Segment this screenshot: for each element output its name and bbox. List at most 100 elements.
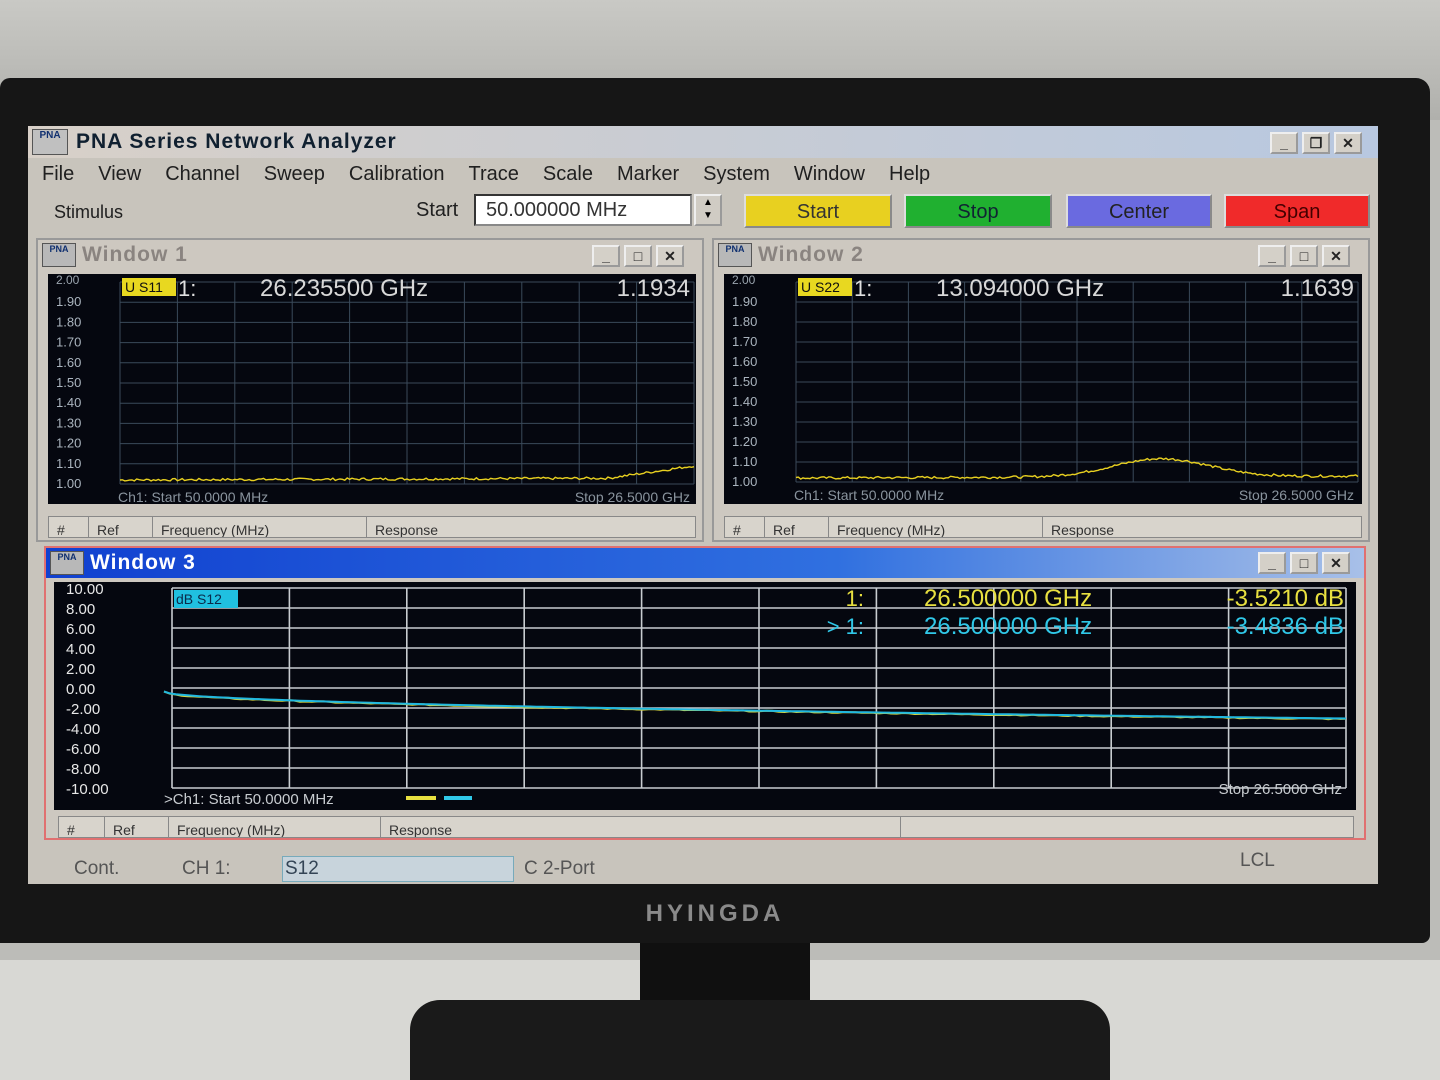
stop-button[interactable]: Stop — [904, 194, 1052, 228]
y-tick-label: 1.80 — [56, 314, 81, 329]
minimize-icon[interactable]: _ — [1270, 132, 1298, 154]
close-icon[interactable]: ✕ — [1322, 552, 1350, 574]
maximize-icon[interactable]: □ — [1290, 245, 1318, 267]
trace-label: dB S12 — [176, 591, 222, 607]
menu-bar: File View Channel Sweep Calibration Trac… — [28, 158, 1378, 190]
marker-frequency: 13.094000 GHz — [936, 275, 1104, 302]
trace-label: U S11 — [125, 279, 163, 295]
start-annotation: Ch1: Start 50.0000 MHz — [794, 487, 944, 503]
app-title: PNA Series Network Analyzer — [76, 130, 397, 153]
trace-line — [163, 690, 1347, 720]
y-tick-label: 4.00 — [66, 641, 95, 658]
menu-system[interactable]: System — [703, 163, 770, 186]
marker-table-header: # Ref Frequency (MHz) Response — [48, 516, 696, 538]
calibration-status: C 2-Port — [524, 858, 595, 879]
window-3-titlebar: PNA Window 3 _ □ ✕ — [46, 548, 1364, 578]
y-tick-label: 1.50 — [732, 374, 757, 389]
s11-plot[interactable]: 2.00 1.90 1.80 1.70 1.60 1.50 1.40 1.30 1.20 1.10… — [48, 274, 696, 504]
y-tick-label: 1.20 — [56, 436, 81, 451]
close-icon[interactable]: ✕ — [1334, 132, 1362, 154]
app-titlebar: PNA PNA Series Network Analyzer _ ❐ ✕ — [28, 126, 1378, 158]
marker-frequency: 26.500000 GHz — [924, 613, 1092, 640]
menu-sweep[interactable]: Sweep — [264, 163, 325, 186]
column-header: Ref — [105, 817, 169, 837]
column-header: Response — [381, 817, 901, 837]
column-header: # — [49, 517, 89, 537]
status-bar: Cont. CH 1: S12 C 2-Port LCL — [42, 850, 1378, 884]
menu-channel[interactable]: Channel — [165, 163, 240, 186]
y-tick-label: -10.00 — [66, 781, 109, 798]
menu-marker[interactable]: Marker — [617, 163, 679, 186]
marker-value: 1.1934 — [617, 275, 690, 302]
window-3-title: Window 3 — [90, 551, 196, 574]
window-3: PNA Window 3 _ □ ✕ 10.00 8.00 6.00 4.00 2.00… — [44, 546, 1366, 840]
menu-trace[interactable]: Trace — [469, 163, 519, 186]
minimize-icon[interactable]: _ — [1258, 245, 1286, 267]
marker-value: -3.4836 dB — [1227, 613, 1344, 640]
y-tick-label: 1.50 — [56, 375, 81, 390]
lcl-indicator: LCL — [1240, 850, 1275, 871]
marker-value: 1.1639 — [1281, 275, 1354, 302]
y-tick-label: 1.10 — [56, 456, 81, 471]
maximize-icon[interactable]: □ — [624, 245, 652, 267]
marker-index: > 1: — [827, 614, 864, 639]
stop-annotation: Stop 26.5000 GHz — [1239, 487, 1354, 503]
y-tick-label: 6.00 — [66, 621, 95, 638]
menu-view[interactable]: View — [98, 163, 141, 186]
stimulus-toolbar: Stimulus Start 50.000000 MHz ▲ ▼ Start St… — [28, 190, 1378, 232]
y-tick-label: 8.00 — [66, 601, 95, 618]
marker-index: 1: — [178, 276, 196, 301]
column-header: # — [725, 517, 765, 537]
y-tick-label: 1.70 — [732, 334, 757, 349]
marker-frequency: 26.235500 GHz — [260, 275, 428, 302]
y-tick-label: 1.90 — [732, 294, 757, 309]
active-measurement[interactable]: S12 — [282, 856, 514, 882]
y-tick-label: 1.40 — [56, 395, 81, 410]
minimize-icon[interactable]: _ — [1258, 552, 1286, 574]
close-icon[interactable]: ✕ — [656, 245, 684, 267]
restore-icon[interactable]: ❐ — [1302, 132, 1330, 154]
start-frequency-input[interactable]: 50.000000 MHz — [474, 194, 692, 226]
y-tick-label: 1.80 — [732, 314, 757, 329]
pna-logo-icon: PNA — [718, 243, 752, 267]
menu-window[interactable]: Window — [794, 163, 865, 186]
trace-label: U S22 — [801, 279, 840, 295]
analyzer-screen: PNA PNA Series Network Analyzer _ ❐ ✕ Fi… — [28, 126, 1378, 884]
monitor-stand-base — [410, 1000, 1110, 1080]
menu-scale[interactable]: Scale — [543, 163, 593, 186]
s12-plot[interactable]: 10.00 8.00 6.00 4.00 2.00 0.00 -2.00 -4.00 -6.00… — [54, 582, 1356, 810]
center-button[interactable]: Center — [1066, 194, 1212, 228]
span-button[interactable]: Span — [1224, 194, 1370, 228]
menu-calibration[interactable]: Calibration — [349, 163, 445, 186]
marker-index: 1: — [846, 586, 864, 611]
y-tick-label: 2.00 — [56, 274, 80, 287]
s22-plot[interactable]: 2.00 1.90 1.80 1.70 1.60 1.50 1.40 1.30 1.20 1.10… — [724, 274, 1362, 504]
minimize-icon[interactable]: _ — [592, 245, 620, 267]
marker-value: -3.5210 dB — [1227, 585, 1344, 612]
window-2-titlebar: PNA Window 2 _ □ ✕ — [714, 240, 1368, 270]
menu-file[interactable]: File — [42, 163, 74, 186]
y-tick-label: 1.10 — [732, 454, 757, 469]
y-tick-label: 1.20 — [732, 434, 757, 449]
column-header: Frequency (MHz) — [153, 517, 367, 537]
app-logo-icon: PNA — [32, 129, 68, 155]
close-icon[interactable]: ✕ — [1322, 245, 1350, 267]
column-header: Ref — [765, 517, 829, 537]
window-1: PNA Window 1 _ □ ✕ 2.00 1.90 1.80 1.70 1.60 1… — [36, 238, 704, 542]
menu-help[interactable]: Help — [889, 163, 930, 186]
monitor-brand: HYINGDA — [645, 900, 785, 927]
y-tick-label: 0.00 — [66, 681, 95, 698]
window-1-title: Window 1 — [82, 243, 188, 266]
y-tick-label: 1.60 — [56, 355, 81, 370]
column-header: Response — [375, 522, 439, 538]
column-header: Response — [1051, 522, 1115, 538]
start-button[interactable]: Start — [744, 194, 892, 228]
marker-index: 1: — [854, 276, 872, 301]
window-1-titlebar: PNA Window 1 _ □ ✕ — [38, 240, 702, 270]
maximize-icon[interactable]: □ — [1290, 552, 1318, 574]
y-tick-label: 1.00 — [732, 474, 757, 489]
spin-updown-icon[interactable]: ▲ ▼ — [694, 194, 722, 226]
start-annotation: >Ch1: Start 50.0000 MHz — [164, 791, 334, 808]
pna-logo-icon: PNA — [42, 243, 76, 267]
column-header: Frequency (MHz) — [829, 517, 1043, 537]
